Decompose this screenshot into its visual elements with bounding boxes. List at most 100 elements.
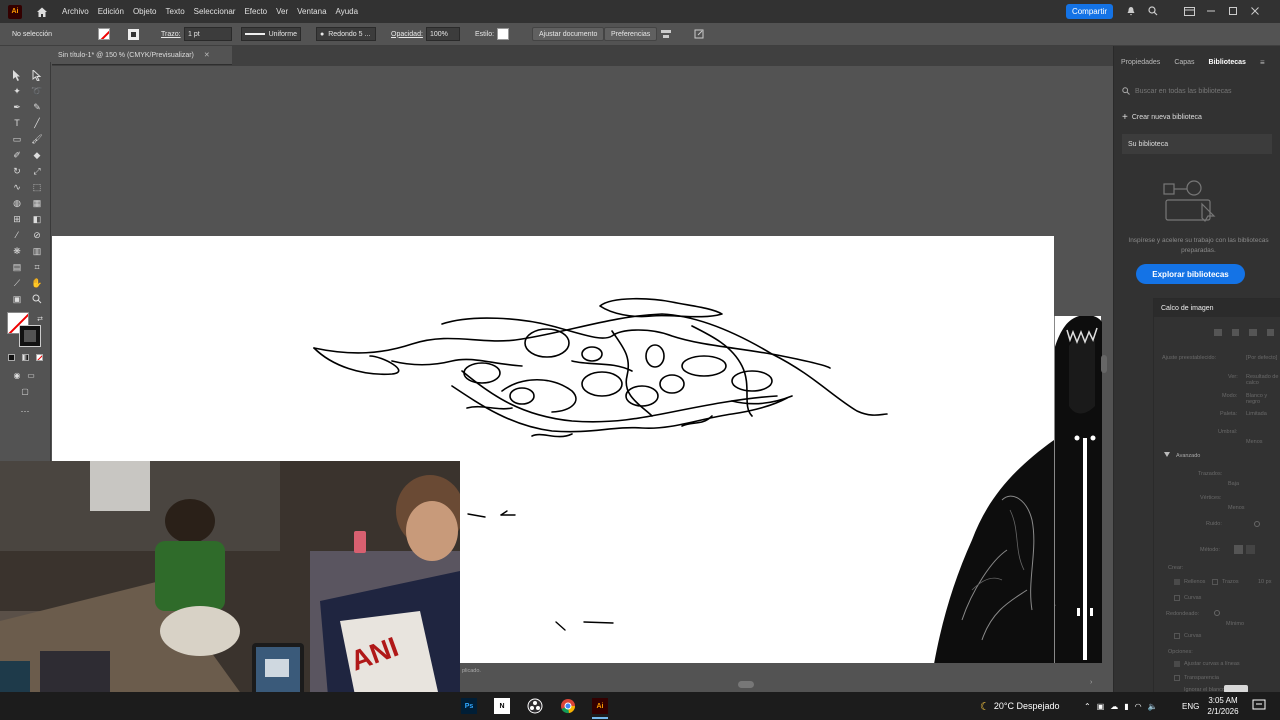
share-button[interactable]: Compartir: [1066, 4, 1113, 19]
magic-wand-icon[interactable]: ✦: [10, 84, 24, 98]
advanced-toggle[interactable]: Avanzado: [1176, 453, 1200, 459]
notifications-icon[interactable]: [1252, 698, 1266, 712]
menu-archivo[interactable]: Archivo: [62, 7, 89, 16]
symbol-sprayer-icon[interactable]: ❋: [10, 244, 24, 258]
isolate-icon[interactable]: [694, 27, 704, 41]
library-search[interactable]: Buscar en todas las bibliotecas: [1122, 84, 1272, 98]
close-icon[interactable]: [1244, 3, 1266, 19]
bar-graph-icon[interactable]: ▤: [10, 260, 24, 274]
battery-icon[interactable]: ▮: [1124, 702, 1128, 711]
menu-texto[interactable]: Texto: [166, 7, 185, 16]
pen-tool-icon[interactable]: ✒: [10, 100, 24, 114]
bell-icon[interactable]: [1120, 3, 1142, 19]
scroll-thumb[interactable]: [738, 681, 754, 688]
snap-curves-checkbox[interactable]: [1174, 661, 1180, 667]
language-indicator[interactable]: ENG: [1182, 692, 1199, 720]
illustrator-taskbar-icon[interactable]: Ai: [592, 698, 608, 714]
arrange-icon[interactable]: [1178, 3, 1200, 19]
column-graph-icon[interactable]: ▥: [30, 244, 44, 258]
trace-view-value[interactable]: Resultado de calco: [1246, 374, 1280, 386]
photoshop-taskbar-icon[interactable]: Ps: [461, 698, 477, 714]
trace-mode-value[interactable]: Blanco y negro: [1246, 393, 1280, 405]
lasso-icon[interactable]: ➰: [30, 84, 44, 98]
own-library-item[interactable]: Su biblioteca: [1122, 134, 1272, 154]
eyedropper-icon[interactable]: ⁄: [10, 228, 24, 242]
noise-slider-thumb[interactable]: [1254, 521, 1260, 527]
none-mode-icon[interactable]: [36, 354, 43, 361]
swap-colors-icon[interactable]: ⇄: [33, 312, 47, 326]
hand-tool-icon[interactable]: ✋: [30, 276, 44, 290]
zoom-tool-icon[interactable]: [30, 292, 44, 306]
curves-checkbox[interactable]: [1174, 595, 1180, 601]
chevron-up-icon[interactable]: ⌃: [1084, 702, 1091, 711]
weather-widget[interactable]: ☾ 20°C Despejado: [980, 692, 1060, 720]
strokes-checkbox[interactable]: [1212, 579, 1218, 585]
rectangle-tool-icon[interactable]: ▭: [10, 132, 24, 146]
brush-select[interactable]: ● Redondo 5 ...: [316, 27, 376, 41]
artboard-secondary[interactable]: [935, 314, 1102, 663]
align-icon[interactable]: [660, 27, 672, 41]
stroke-weight-field[interactable]: 1 pt: [184, 27, 232, 41]
free-transform-icon[interactable]: ⬚: [30, 180, 44, 194]
home-icon[interactable]: [36, 6, 48, 18]
hoodie-artwork[interactable]: [935, 314, 1102, 663]
stroke-swatch[interactable]: [128, 27, 139, 41]
ignore-white-checkbox[interactable]: [1174, 675, 1180, 681]
panel-menu-icon[interactable]: ≡: [1260, 58, 1265, 67]
tab-libraries[interactable]: Bibliotecas: [1202, 54, 1253, 70]
notion-taskbar-icon[interactable]: N: [494, 698, 510, 714]
method-overlapping-icon[interactable]: [1246, 545, 1255, 554]
obs-taskbar-icon[interactable]: [527, 698, 543, 714]
perspective-grid-icon[interactable]: ⊞: [10, 212, 24, 226]
shaper-tool-icon[interactable]: ✐: [10, 148, 24, 162]
volume-icon[interactable]: 🔈: [1148, 702, 1158, 711]
menu-edicion[interactable]: Edición: [98, 7, 124, 16]
draw-mode-icon[interactable]: ◉: [10, 368, 24, 382]
maximize-icon[interactable]: [1222, 3, 1244, 19]
menu-objeto[interactable]: Objeto: [133, 7, 157, 16]
print-tiling-icon[interactable]: ▣: [10, 292, 24, 306]
high-color-icon[interactable]: [1231, 329, 1239, 336]
rotate-tool-icon[interactable]: ↻: [10, 164, 24, 178]
color-mode-icon[interactable]: [8, 354, 15, 361]
slice-tool-icon[interactable]: ⟋: [10, 276, 24, 290]
rounding-slider-thumb[interactable]: [1214, 610, 1220, 616]
style-swatch[interactable]: [497, 27, 509, 41]
create-library-button[interactable]: + Crear nueva biblioteca: [1122, 112, 1202, 123]
live-paint-icon[interactable]: ▦: [30, 196, 44, 210]
direct-selection-tool-icon[interactable]: [30, 68, 44, 82]
gradient-mode-icon[interactable]: [22, 354, 29, 361]
minimize-icon[interactable]: [1200, 3, 1222, 19]
fill-swatch[interactable]: [98, 27, 110, 41]
close-tab-icon[interactable]: ✕: [204, 51, 210, 59]
change-screen-mode-icon[interactable]: ▢: [18, 384, 32, 398]
menu-ayuda[interactable]: Ayuda: [336, 7, 359, 16]
network-icon[interactable]: ▣: [1097, 702, 1105, 711]
auto-color-icon[interactable]: [1214, 329, 1222, 336]
paintbrush-tool-icon[interactable]: 🖌: [30, 132, 44, 146]
edit-toolbar-icon[interactable]: ⋯: [18, 404, 32, 418]
artboard-tool-icon[interactable]: ⌗: [30, 260, 44, 274]
screen-mode-icon[interactable]: ▭: [24, 368, 38, 382]
low-color-icon[interactable]: [1249, 329, 1257, 336]
menu-seleccionar[interactable]: Seleccionar: [194, 7, 236, 16]
trace-palette-value[interactable]: Limitada: [1246, 411, 1267, 417]
tab-properties[interactable]: Propiedades: [1114, 54, 1167, 70]
warp-tool-icon[interactable]: ∿: [10, 180, 24, 194]
curves-lines-checkbox[interactable]: [1174, 633, 1180, 639]
selection-tool-icon[interactable]: [10, 68, 24, 82]
grayscale-icon[interactable]: [1266, 329, 1274, 336]
clock[interactable]: 3:05 AM 2/1/2026: [1203, 695, 1243, 717]
scale-tool-icon[interactable]: ⤢: [30, 164, 44, 178]
method-abutting-icon[interactable]: [1234, 545, 1243, 554]
opacity-field[interactable]: 100%: [426, 27, 460, 41]
preferences-button[interactable]: Preferencias: [604, 27, 658, 41]
curvature-tool-icon[interactable]: ✎: [30, 100, 44, 114]
stroke-profile-select[interactable]: Uniforme: [241, 27, 301, 41]
search-icon[interactable]: [1142, 3, 1164, 19]
tab-layers[interactable]: Capas: [1167, 54, 1201, 70]
eraser-tool-icon[interactable]: ◆: [30, 148, 44, 162]
menu-ventana[interactable]: Ventana: [297, 7, 326, 16]
document-tab[interactable]: Sin título-1* @ 150 % (CMYK/Previsualiza…: [52, 46, 232, 65]
horizontal-scrollbar[interactable]: ›: [460, 678, 1113, 692]
